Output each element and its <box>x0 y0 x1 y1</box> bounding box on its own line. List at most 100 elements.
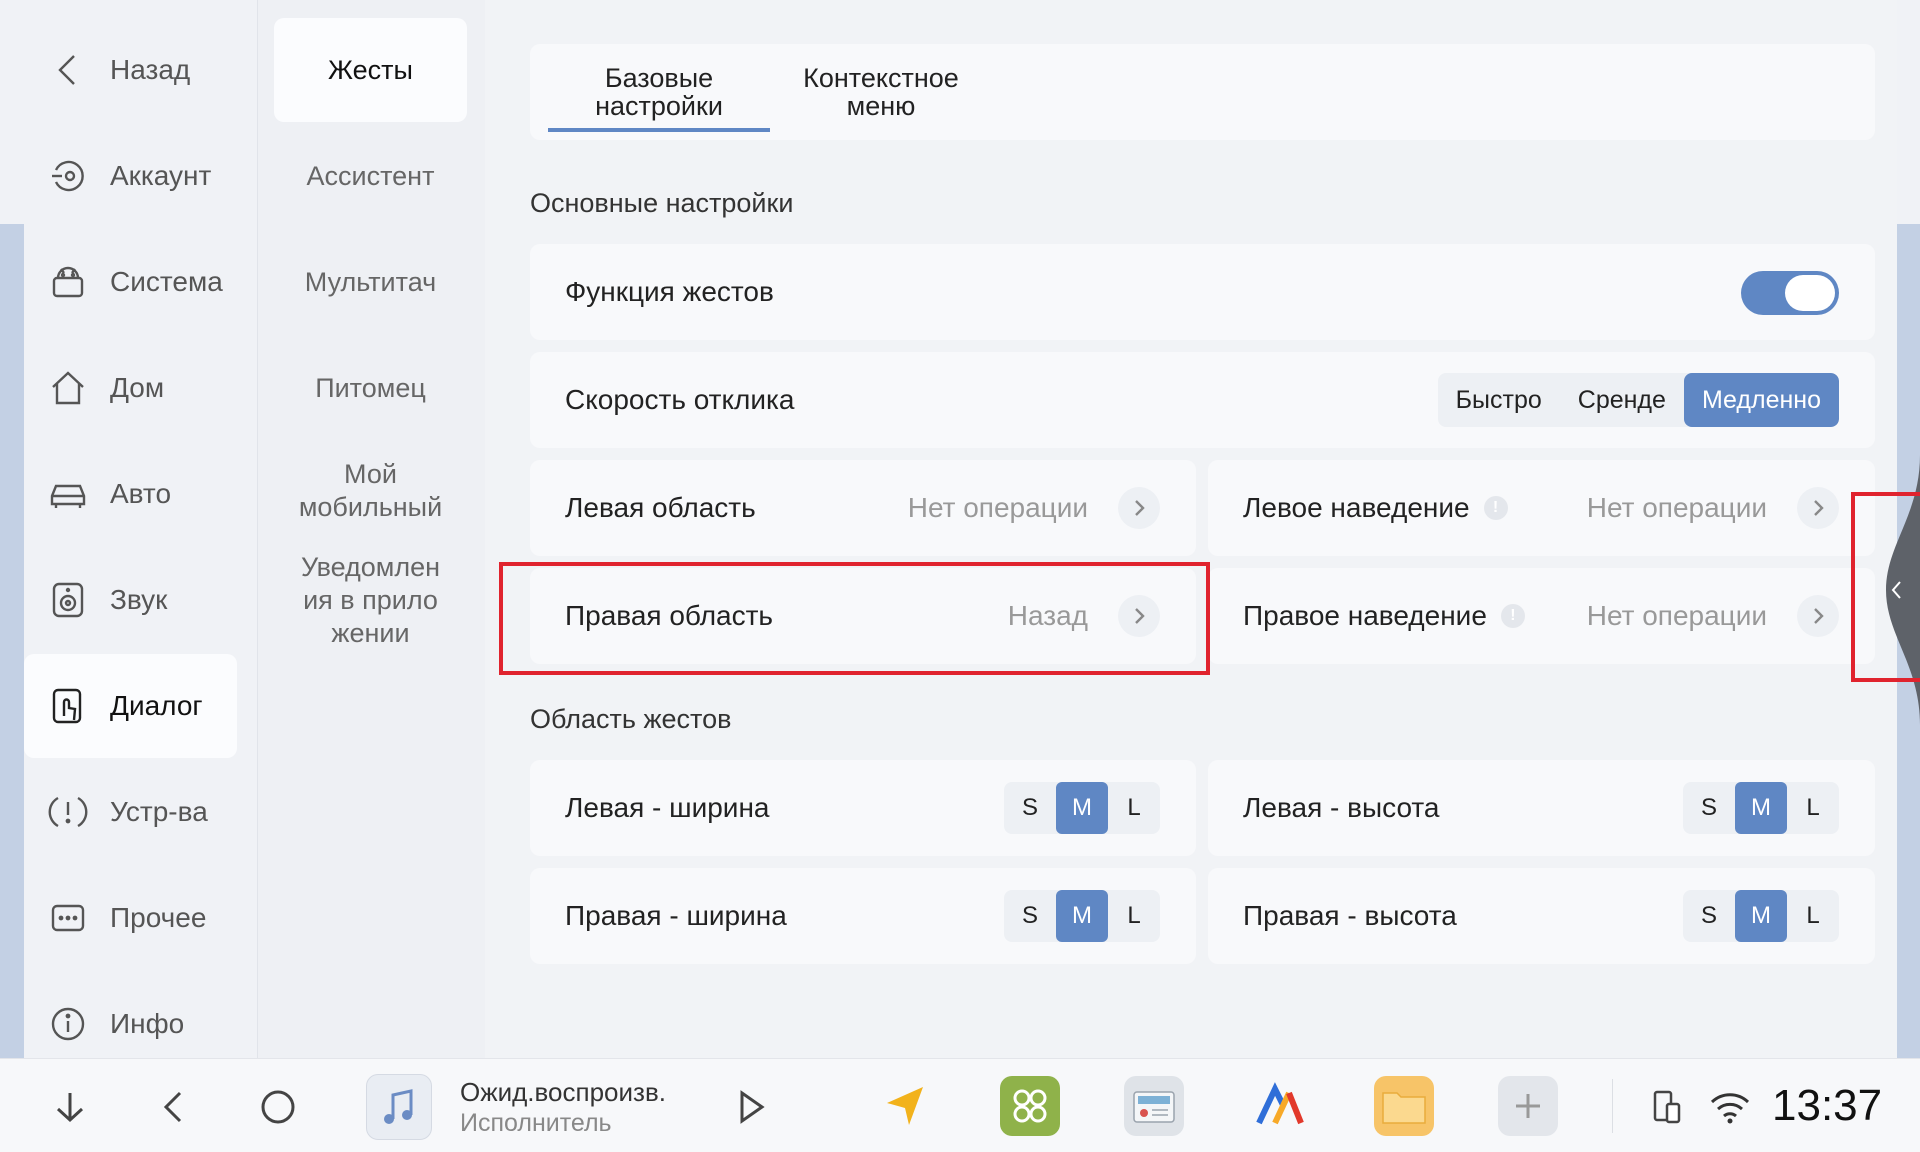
left-height-size-selector: S M L <box>1683 782 1839 834</box>
right-height-row: Правая - высота S M L <box>1208 868 1875 964</box>
nav-item-system[interactable]: Система <box>24 230 237 334</box>
tab-context-menu[interactable]: Контекстное меню <box>770 44 992 140</box>
play-icon[interactable] <box>728 1085 772 1129</box>
section-title-area: Область жестов <box>530 704 732 734</box>
media-artist: Исполнитель <box>460 1109 612 1137</box>
nav-item-label: Дом <box>110 372 165 403</box>
nav-back-button[interactable]: Назад <box>24 18 237 122</box>
size-option-m[interactable]: M <box>1056 782 1108 834</box>
size-option-l[interactable]: L <box>1787 782 1839 834</box>
clock: 13:37 <box>1772 1081 1883 1130</box>
right-hover-label: Правое наведение <box>1243 600 1487 631</box>
nav-item-other[interactable]: Прочее <box>24 866 237 970</box>
maps-logo-icon[interactable] <box>1250 1076 1310 1136</box>
subnav-item-assistant[interactable]: Ассистент <box>274 124 467 228</box>
subnav-item-gestures[interactable]: Жесты <box>274 18 467 122</box>
taskbar: Ожид.воспроизв. Исполнитель 13:37 <box>0 1058 1920 1152</box>
right-width-label: Правая - ширина <box>565 900 787 931</box>
nav-item-label: Устр-ва <box>110 796 208 827</box>
speed-option-fast[interactable]: Быстро <box>1438 373 1560 427</box>
radio-icon[interactable] <box>1124 1076 1184 1136</box>
gesture-function-toggle[interactable] <box>1741 271 1839 315</box>
right-height-label: Правая - высота <box>1243 900 1457 931</box>
nav-item-sound[interactable]: Звук <box>24 548 237 652</box>
left-area-label: Левая область <box>565 492 756 523</box>
right-hover-value: Нет операции <box>1586 600 1767 631</box>
nav-item-dialog[interactable]: Диалог <box>24 654 237 758</box>
nav-item-account[interactable]: Аккаунт <box>24 124 237 228</box>
back-nav-icon[interactable] <box>152 1085 196 1129</box>
nav-item-label: Аккаунт <box>110 160 212 191</box>
tab-basic-settings[interactable]: Базовые настройки <box>548 44 770 140</box>
music-note-icon[interactable] <box>366 1074 432 1140</box>
left-height-label: Левая - высота <box>1243 792 1440 823</box>
highlight-right-area <box>499 562 1210 675</box>
chevron-right-icon[interactable] <box>1797 487 1839 529</box>
nav-item-home[interactable]: Дом <box>24 336 237 440</box>
app-grid-icon[interactable] <box>1000 1076 1060 1136</box>
left-width-row: Левая - ширина S M L <box>530 760 1196 856</box>
left-area-row[interactable]: Левая область Нет операции <box>530 460 1196 556</box>
phone-battery-icon[interactable] <box>1644 1085 1688 1129</box>
left-width-size-selector: S M L <box>1004 782 1160 834</box>
speed-option-slow[interactable]: Медленно <box>1683 373 1839 427</box>
response-speed-label: Скорость отклика <box>565 384 795 415</box>
right-width-row: Правая - ширина S M L <box>530 868 1196 964</box>
android-icon <box>48 262 88 302</box>
nav-item-label: Система <box>110 266 223 297</box>
response-speed-row: Скорость отклика Быстро Сренде Медленно <box>530 352 1875 448</box>
wifi-icon[interactable] <box>1706 1085 1754 1129</box>
size-option-s[interactable]: S <box>1004 782 1056 834</box>
size-option-s[interactable]: S <box>1683 782 1735 834</box>
info-icon[interactable]: ! <box>1500 604 1525 628</box>
size-option-s[interactable]: S <box>1683 890 1735 942</box>
subnav-item-multitouch[interactable]: Мультитач <box>274 230 467 334</box>
back-chevron-icon <box>48 50 88 90</box>
home-nav-icon[interactable] <box>256 1085 300 1129</box>
size-option-m[interactable]: M <box>1735 890 1787 942</box>
speaker-icon <box>48 580 88 620</box>
subnav-item-app-notifications[interactable]: Уведомлен ия в прило жении <box>274 550 467 650</box>
speed-option-medium[interactable]: Сренде <box>1560 373 1684 427</box>
gesture-function-label: Функция жестов <box>565 276 774 307</box>
left-area-value: Нет операции <box>907 492 1088 523</box>
right-height-size-selector: S M L <box>1683 890 1839 942</box>
right-width-size-selector: S M L <box>1004 890 1160 942</box>
left-width-label: Левая - ширина <box>565 792 770 823</box>
size-option-m[interactable]: M <box>1735 782 1787 834</box>
nav-item-label: Назад <box>110 54 191 85</box>
size-option-l[interactable]: L <box>1108 890 1160 942</box>
right-hover-label-wrap: Правое наведение ! <box>1243 568 1525 664</box>
info-icon[interactable]: ! <box>1483 496 1508 520</box>
toggle-knob <box>1785 275 1835 311</box>
nav-item-devices[interactable]: Устр-ва <box>24 760 237 864</box>
left-hover-row[interactable]: Левое наведение ! Нет операции <box>1208 460 1875 556</box>
subnav-item-my-mobile[interactable]: Мой мобильный <box>274 455 467 527</box>
left-hover-value: Нет операции <box>1586 492 1767 523</box>
taskbar-divider <box>1612 1079 1613 1133</box>
left-hover-label-wrap: Левое наведение ! <box>1243 460 1508 556</box>
collapse-down-icon[interactable] <box>48 1085 92 1129</box>
size-option-s[interactable]: S <box>1004 890 1056 942</box>
nav-item-label: Прочее <box>110 902 207 933</box>
size-option-l[interactable]: L <box>1108 782 1160 834</box>
tabs-bar: Базовые настройки Контекстное меню <box>530 44 1875 140</box>
navigation-arrow-icon[interactable] <box>874 1076 934 1136</box>
chevron-right-icon[interactable] <box>1118 487 1160 529</box>
home-icon <box>48 368 88 408</box>
subnav-item-pet[interactable]: Питомец <box>274 336 467 440</box>
add-app-icon[interactable] <box>1498 1076 1558 1136</box>
left-height-row: Левая - высота S M L <box>1208 760 1875 856</box>
nav-item-label: Диалог <box>110 690 203 721</box>
nav-item-label: Звук <box>110 584 168 615</box>
size-option-l[interactable]: L <box>1787 890 1839 942</box>
nav-item-label: Авто <box>110 478 172 509</box>
right-hover-row[interactable]: Правое наведение ! Нет операции <box>1208 568 1875 664</box>
chevron-right-icon[interactable] <box>1797 595 1839 637</box>
nav-item-label: Инфо <box>110 1008 185 1039</box>
size-option-m[interactable]: M <box>1056 890 1108 942</box>
more-icon <box>48 898 88 938</box>
folder-icon[interactable] <box>1374 1076 1434 1136</box>
nav-item-auto[interactable]: Авто <box>24 442 237 546</box>
alert-icon <box>48 792 88 832</box>
